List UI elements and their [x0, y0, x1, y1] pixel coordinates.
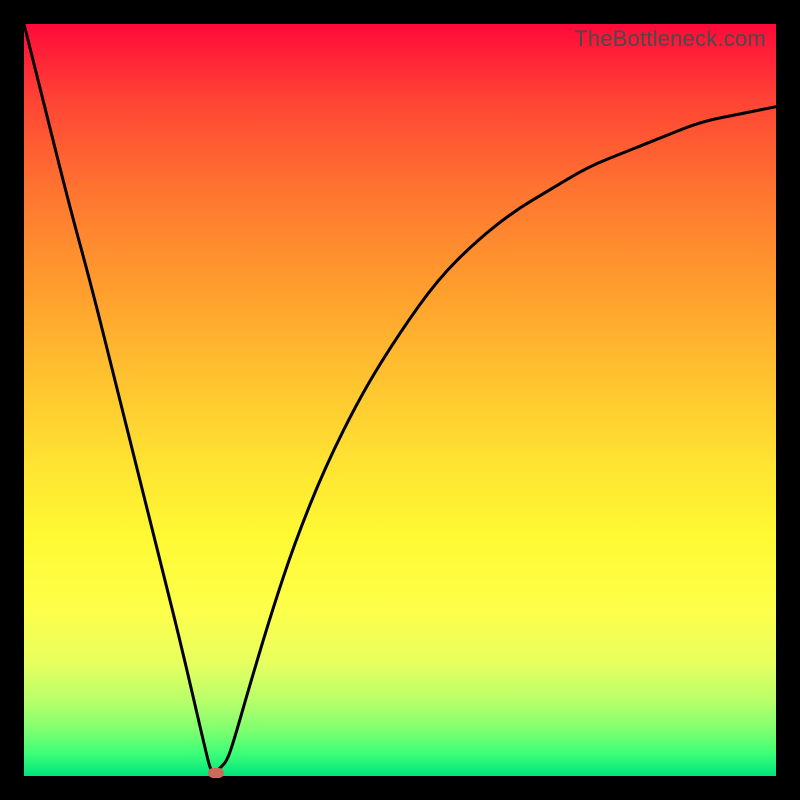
- curve-path: [24, 24, 776, 773]
- chart-frame: TheBottleneck.com: [24, 24, 776, 776]
- bottleneck-curve: [24, 24, 776, 776]
- optimal-marker: [208, 768, 224, 778]
